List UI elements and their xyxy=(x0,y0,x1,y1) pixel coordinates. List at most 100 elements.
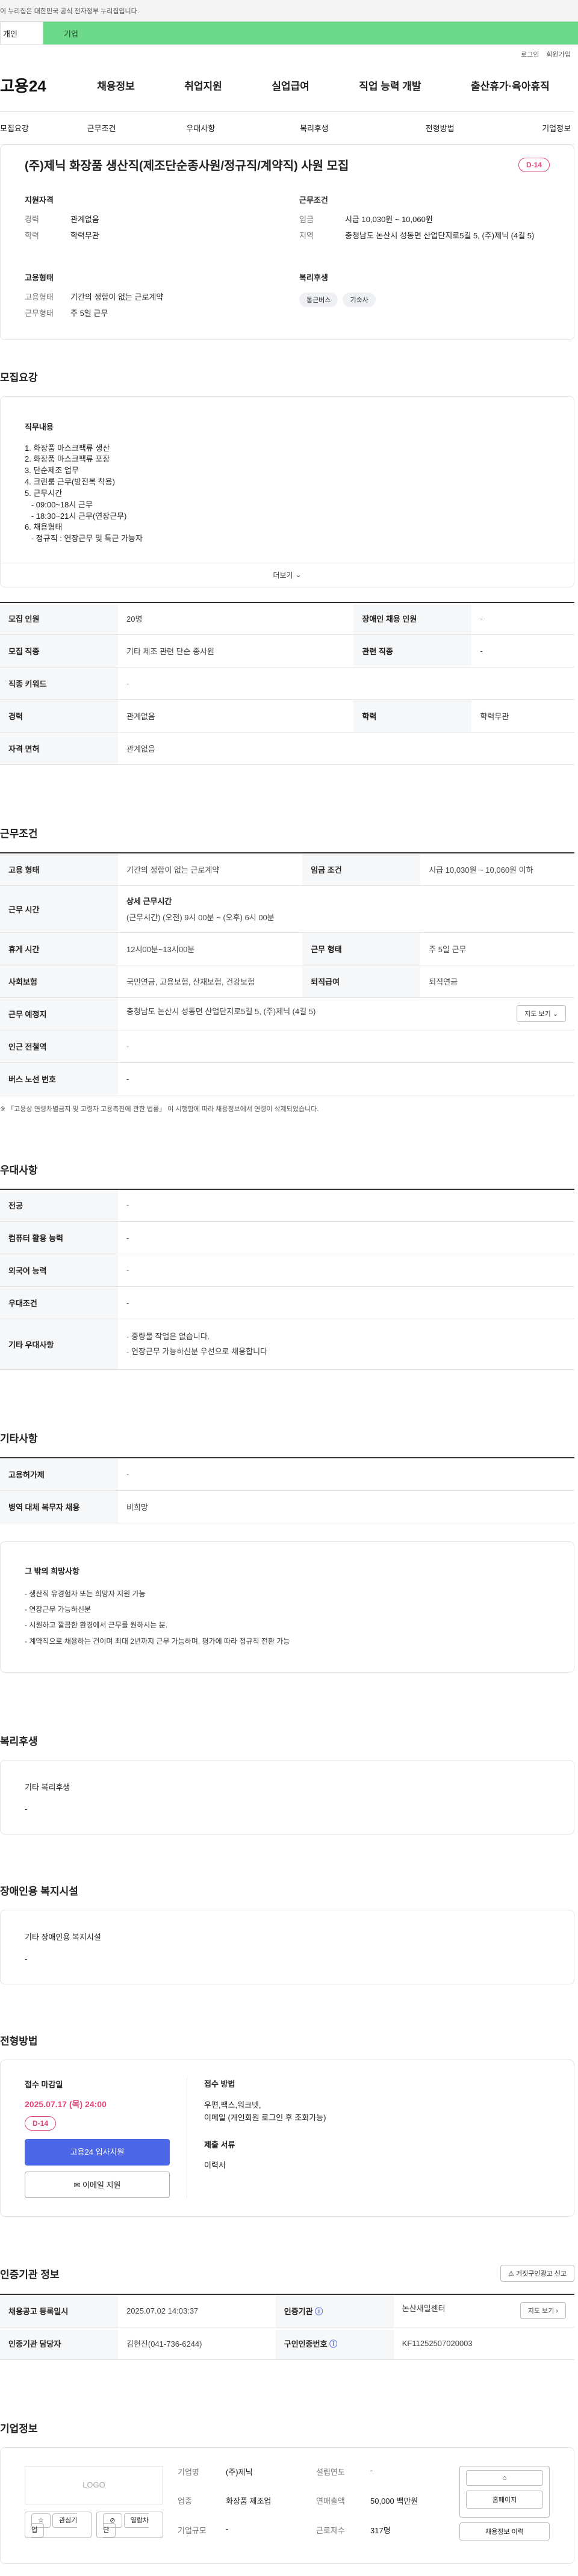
subnav-selection[interactable]: 전형방법 xyxy=(373,122,499,134)
cell-value: 상세 근무시간 (근무시간) (오전) 9시 00분 ~ (오후) 6시 00분 xyxy=(118,885,574,933)
job-history-button[interactable]: 채용정보 이력 xyxy=(459,2522,550,2540)
worktype-value: 주 5일 근무 xyxy=(70,308,108,318)
site-logo[interactable]: 고용24 xyxy=(0,74,72,96)
welfare-value: - xyxy=(25,1804,28,1814)
cell-label: 채용공고 등록일시 xyxy=(0,2294,118,2327)
qualification-title: 지원자격 xyxy=(25,196,54,205)
employment-block: 고용형태 고용형태 기간의 정함이 없는 근로계약 근무형태 주 5일 근무 xyxy=(25,271,275,325)
cell-label: 우대조건 xyxy=(0,1286,118,1320)
subnav-welfare[interactable]: 복리후생 xyxy=(259,122,373,134)
cell-value: 20명 xyxy=(118,602,354,636)
condition-title: 근무조건 xyxy=(299,196,328,205)
cell-value: - xyxy=(118,1062,574,1095)
cell-value: 김현진(041-736-6244) xyxy=(118,2327,276,2360)
company-section-title: 기업정보 xyxy=(0,2423,38,2435)
subnav-pref[interactable]: 우대사항 xyxy=(160,122,259,134)
welfare-sub: 기타 복리후생 xyxy=(25,1783,70,1792)
year-label: 설립연도 xyxy=(316,2467,345,2477)
table-row: 고용 형태 기간의 정함이 없는 근로계약 임금 조건 시급 10,030원 ~ 10… xyxy=(0,853,574,886)
qualification-block: 지원자격 경력 관계없음 학력 학력무관 xyxy=(25,194,275,247)
cell-value: 관계없음 xyxy=(118,732,574,766)
employees-value: 317명 xyxy=(370,2525,391,2535)
table-row: 모집 직종 기타 제조 관련 단순 종사원 관련 직종 - xyxy=(0,634,574,668)
cell-value: - xyxy=(471,634,574,668)
email-apply-label: 이메일 지원 xyxy=(82,2181,121,2190)
docs-title: 제출 서류 xyxy=(204,2140,235,2149)
cell-value: 국민연금, 고용보험, 산재보험, 건강보험 xyxy=(118,965,303,998)
gnb-training[interactable]: 직업 능력 개발 xyxy=(359,78,421,93)
cell-label: 버스 노선 번호 xyxy=(0,1062,118,1095)
cell-label: 인증기관 ⓘ xyxy=(275,2294,394,2327)
table-row: 외국어 능력 - xyxy=(0,1254,574,1287)
map-button[interactable]: 지도 보기 ⌄ xyxy=(517,1005,566,1023)
favorite-button[interactable]: ☆ 관심기업 xyxy=(25,2511,92,2538)
subnav-recruit[interactable]: 모집요강 xyxy=(0,122,73,134)
subnav-company[interactable]: 기업정보 xyxy=(498,122,574,134)
cell-value: 퇴직연금 xyxy=(420,965,574,998)
cell-value: 시급 10,030원 ~ 10,060원 이하 xyxy=(420,853,574,886)
cell-label: 기타 우대사항 xyxy=(0,1319,118,1370)
gnb-unemployment[interactable]: 실업급여 xyxy=(272,78,309,93)
org-map-button[interactable]: 지도 보기 › xyxy=(520,2302,566,2320)
age-notice: ※ 「고용상 연령차별금지 및 고령자 고용촉진에 관한 법률」 이 시행함에 … xyxy=(0,1105,319,1113)
hope-line: - 연장근무 가능하신분 xyxy=(25,1605,92,1614)
education-label: 학력 xyxy=(25,231,39,240)
homepage-button[interactable]: ⌂ 홈페이지 xyxy=(459,2465,550,2518)
pref-line: - 연장근무 가능하신분 우선으로 채용합니다 xyxy=(126,1346,268,1356)
tab-company[interactable]: 기업 xyxy=(43,22,578,45)
method-line: 이메일 (개인회원 로그인 후 조회가능) xyxy=(204,2113,326,2122)
table-row: 자격 면허 관계없음 xyxy=(0,732,574,766)
cell-label: 자격 면허 xyxy=(0,732,118,766)
cell-value: - 중량물 작업은 없습니다. - 연장근무 가능하신분 우선으로 채용합니다 xyxy=(118,1319,574,1370)
signup-link[interactable]: 회원가입 xyxy=(547,49,571,59)
cell-value: 학력무관 xyxy=(471,699,574,733)
cell-value: 기타 제조 관련 단순 종사원 xyxy=(118,634,354,668)
block-button[interactable]: ⊘ 열람차단 xyxy=(96,2511,163,2538)
gnb-leave[interactable]: 출산휴가·육아휴직 xyxy=(471,78,550,93)
cell-label: 인근 전철역 xyxy=(0,1030,118,1063)
cell-value: 논산새일센터 지도 보기 › xyxy=(393,2294,574,2327)
pref-table: 전공 - 컴퓨터 활용 능력 - 외국어 능력 - 우대조건 - 기타 우대사항 - 중량… xyxy=(0,1188,574,1370)
table-row: 고용허가제 - xyxy=(0,1458,574,1491)
welfare-summary-block: 복리후생 통근버스 기숙사 xyxy=(299,271,550,325)
emptype-value: 기간의 정함이 없는 근로계약 xyxy=(70,292,164,302)
apply-button[interactable]: 고용24 입사지원 xyxy=(25,2139,170,2166)
login-link[interactable]: 로그인 xyxy=(521,49,539,59)
worktype-label: 근무형태 xyxy=(25,308,54,318)
table-row: 모집 인원 20명 장애인 채용 인원 - xyxy=(0,602,574,636)
report-button[interactable]: ⚠ 거짓구인광고 신고 xyxy=(500,2265,574,2282)
tab-personal[interactable]: 개인 xyxy=(0,22,43,45)
work-section-title: 근무조건 xyxy=(0,828,38,840)
docs-value: 이력서 xyxy=(204,2161,226,2170)
cell-label: 사회보험 xyxy=(0,965,118,998)
org-section-title: 인증기관 정보 xyxy=(0,2268,60,2280)
sales-label: 연매출액 xyxy=(316,2497,345,2506)
subnav-work[interactable]: 근무조건 xyxy=(73,122,160,134)
info-icon[interactable]: ⓘ xyxy=(329,2339,337,2348)
duty-text: 1. 화장품 마스크팩류 생산 2. 화장품 마스크팩류 포장 3. 단순제조 … xyxy=(25,443,143,543)
email-apply-button[interactable]: ✉ 이메일 지원 xyxy=(25,2172,170,2199)
cell-label: 고용 형태 xyxy=(0,853,118,886)
org-map-label: 지도 보기 xyxy=(527,2308,555,2315)
industry-label: 업종 xyxy=(178,2497,192,2506)
info-icon[interactable]: ⓘ xyxy=(315,2307,323,2316)
cell-label: 관련 직종 xyxy=(353,634,472,668)
condition-block: 근무조건 임금 시급 10,030원 ~ 10,060원 지역 충청남도 논산시 성… xyxy=(299,194,550,247)
gnb-jobs[interactable]: 채용정보 xyxy=(97,78,135,93)
cell-label: 병역 대체 복무자 채용 xyxy=(0,1490,118,1523)
gnb-employment-support[interactable]: 취업지원 xyxy=(184,78,222,93)
center-label: 인증기관 xyxy=(284,2306,313,2316)
disabled-section-title: 장애인용 복지시설 xyxy=(0,1886,78,1898)
duty-card: 직무내용 1. 화장품 마스크팩류 생산 2. 화장품 마스크팩류 포장 3. … xyxy=(0,395,574,587)
user-type-tabs: 개인 기업 xyxy=(0,22,578,45)
more-label: 더보기 xyxy=(273,571,293,580)
cell-label: 근무 예정지 xyxy=(0,997,118,1030)
section-nav: 모집요강 근무조건 우대사항 복리후생 전형방법 기업정보 xyxy=(0,112,574,144)
cell-label: 외국어 능력 xyxy=(0,1254,118,1287)
cell-label: 인증기관 담당자 xyxy=(0,2327,118,2360)
table-row: 전공 - xyxy=(0,1189,574,1222)
more-button[interactable]: 더보기 ⌄ xyxy=(1,562,574,587)
table-row: 컴퓨터 활용 능력 - xyxy=(0,1221,574,1255)
global-nav: 고용24 채용정보 취업지원 실업급여 직업 능력 개발 출산휴가·육아휴직 xyxy=(0,59,574,112)
duty-title: 직무내용 xyxy=(25,422,54,432)
